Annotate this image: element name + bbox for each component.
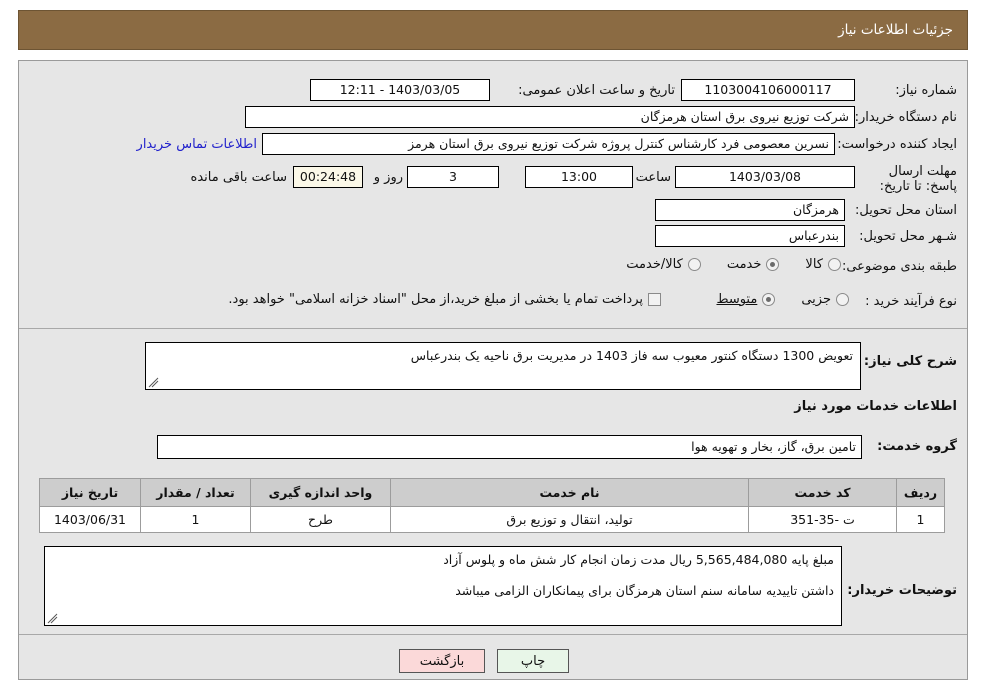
treasury-note-group: پرداخت تمام یا بخشی از مبلغ خرید،از محل …: [228, 292, 661, 307]
deadline-days-value: 3: [407, 166, 499, 188]
cell-service-name: تولید، انتقال و توزیع برق: [390, 506, 749, 533]
deadline-remaining-label: ساعت باقی مانده: [190, 170, 287, 185]
cell-need-date: 1403/06/31: [39, 506, 141, 533]
radio-jozei-icon[interactable]: [836, 293, 849, 306]
column-header-radif: ردیف: [896, 478, 945, 507]
description-textarea[interactable]: تعویض 1300 دستگاه کنتور معیوب سه فاز 140…: [145, 342, 861, 390]
table-header-row: ردیف کد خدمت نام خدمت واحد اندازه گیری ت…: [39, 478, 945, 507]
services-table: ردیف کد خدمت نام خدمت واحد اندازه گیری ت…: [39, 478, 945, 533]
buyer-notes-line-2: داشتن تاییدیه سامانه سنم استان هرمزگان ب…: [455, 583, 834, 598]
buyer-org-label: نام دستگاه خریدار:: [854, 110, 957, 125]
resize-handle-icon[interactable]: [47, 613, 58, 624]
need-number-value: 1103004106000117: [681, 79, 855, 101]
column-header-service-code: کد خدمت: [748, 478, 897, 507]
purchase-process-option-label: جزیی: [801, 292, 831, 307]
treasury-note-text: پرداخت تمام یا بخشی از مبلغ خرید،از محل …: [228, 292, 643, 307]
radio-motevaset-icon[interactable]: [762, 293, 776, 306]
subject-category-option-kala-khedmat[interactable]: کالا/خدمت: [626, 257, 701, 272]
purchase-process-option-jozei[interactable]: جزیی: [801, 292, 849, 307]
radio-khedmat-icon[interactable]: [766, 258, 780, 271]
deadline-label: مهلت ارسال پاسخ: تا تاریخ:: [879, 164, 957, 194]
page-header: جزئیات اطلاعات نیاز: [18, 10, 968, 50]
cell-unit: طرح: [250, 506, 391, 533]
request-creator-label: ایجاد کننده درخواست:: [837, 137, 957, 152]
description-label: شرح کلی نیاز:: [863, 354, 957, 369]
section-divider-2: [19, 634, 967, 635]
subject-category-option-kala[interactable]: کالا: [805, 257, 841, 272]
subject-category-label: طبقه بندی موضوعی:: [841, 259, 957, 274]
cell-quantity: 1: [140, 506, 251, 533]
buyer-contact-link[interactable]: اطلاعات تماس خریدار: [137, 137, 257, 152]
buyer-notes-label: توضیحات خریدار:: [847, 583, 957, 598]
page-root: جزئیات اطلاعات نیاز شماره نیاز: 11030041…: [0, 0, 985, 691]
details-panel: شماره نیاز: 1103004106000117 تاریخ و ساع…: [18, 60, 968, 680]
page-title: جزئیات اطلاعات نیاز: [838, 22, 953, 38]
purchase-process-option-label: متوسط: [716, 292, 758, 307]
buyer-notes-line-1: مبلغ پایه 5,565,484,080 ریال مدت زمان ان…: [443, 552, 834, 567]
deadline-countdown-value: 00:24:48: [293, 166, 363, 188]
back-button[interactable]: بازگشت: [399, 649, 485, 673]
subject-category-radios: کالا خدمت کالا/خدمت: [626, 257, 841, 272]
need-number-label: شماره نیاز:: [895, 83, 957, 98]
description-value: تعویض 1300 دستگاه کنتور معیوب سه فاز 140…: [410, 348, 853, 363]
subject-category-option-label: کالا/خدمت: [626, 257, 683, 272]
request-creator-value: نسرین معصومی فرد کارشناس کنترل پروژه شرک…: [262, 133, 835, 155]
treasury-note-checkbox-icon[interactable]: [648, 293, 661, 306]
subject-category-option-khedmat[interactable]: خدمت: [727, 257, 780, 272]
service-group-value: تامین برق، گاز، بخار و تهویه هوا: [157, 435, 862, 459]
section-divider-1: [19, 328, 967, 329]
subject-category-option-label: کالا: [805, 257, 823, 272]
delivery-city-value: بندرعباس: [655, 225, 845, 247]
announce-datetime-value: 1403/03/05 - 12:11: [310, 79, 490, 101]
cell-radif: 1: [896, 506, 945, 533]
delivery-city-label: شـهر محل تحویل:: [859, 229, 957, 244]
purchase-process-label: نوع فرآیند خرید :: [865, 294, 957, 309]
buyer-org-value: شرکت توزیع نیروی برق استان هرمزگان: [245, 106, 855, 128]
print-button[interactable]: چاپ: [497, 649, 569, 673]
service-group-label: گروه خدمت:: [877, 439, 957, 454]
cell-service-code: ت -35-351: [748, 506, 897, 533]
column-header-need-date: تاریخ نیاز: [39, 478, 141, 507]
subject-category-option-label: خدمت: [726, 257, 762, 272]
delivery-province-value: هرمزگان: [655, 199, 845, 221]
table-row: 1 ت -35-351 تولید، انتقال و توزیع برق طر…: [39, 506, 945, 533]
deadline-days-label: روز و: [373, 170, 403, 185]
column-header-quantity: تعداد / مقدار: [140, 478, 251, 507]
purchase-process-option-motevaset[interactable]: متوسط: [716, 292, 776, 307]
announce-datetime-label: تاریخ و ساعت اعلان عمومی:: [518, 83, 675, 98]
resize-handle-icon[interactable]: [148, 377, 159, 388]
radio-kala-icon[interactable]: [828, 258, 841, 271]
deadline-time-value: 13:00: [525, 166, 633, 188]
purchase-process-radios: جزیی متوسط: [716, 292, 849, 307]
column-header-unit: واحد اندازه گیری: [250, 478, 391, 507]
radio-kala-khedmat-icon[interactable]: [687, 258, 701, 271]
column-header-service-name: نام خدمت: [390, 478, 749, 507]
deadline-time-label: ساعت: [635, 170, 671, 185]
buyer-notes-textarea[interactable]: مبلغ پایه 5,565,484,080 ریال مدت زمان ان…: [44, 546, 842, 626]
delivery-province-label: استان محل تحویل:: [855, 203, 957, 218]
deadline-date-value: 1403/03/08: [675, 166, 855, 188]
services-section-title: اطلاعات خدمات مورد نیاز: [794, 399, 957, 414]
treasury-note-item[interactable]: پرداخت تمام یا بخشی از مبلغ خرید،از محل …: [228, 292, 661, 307]
